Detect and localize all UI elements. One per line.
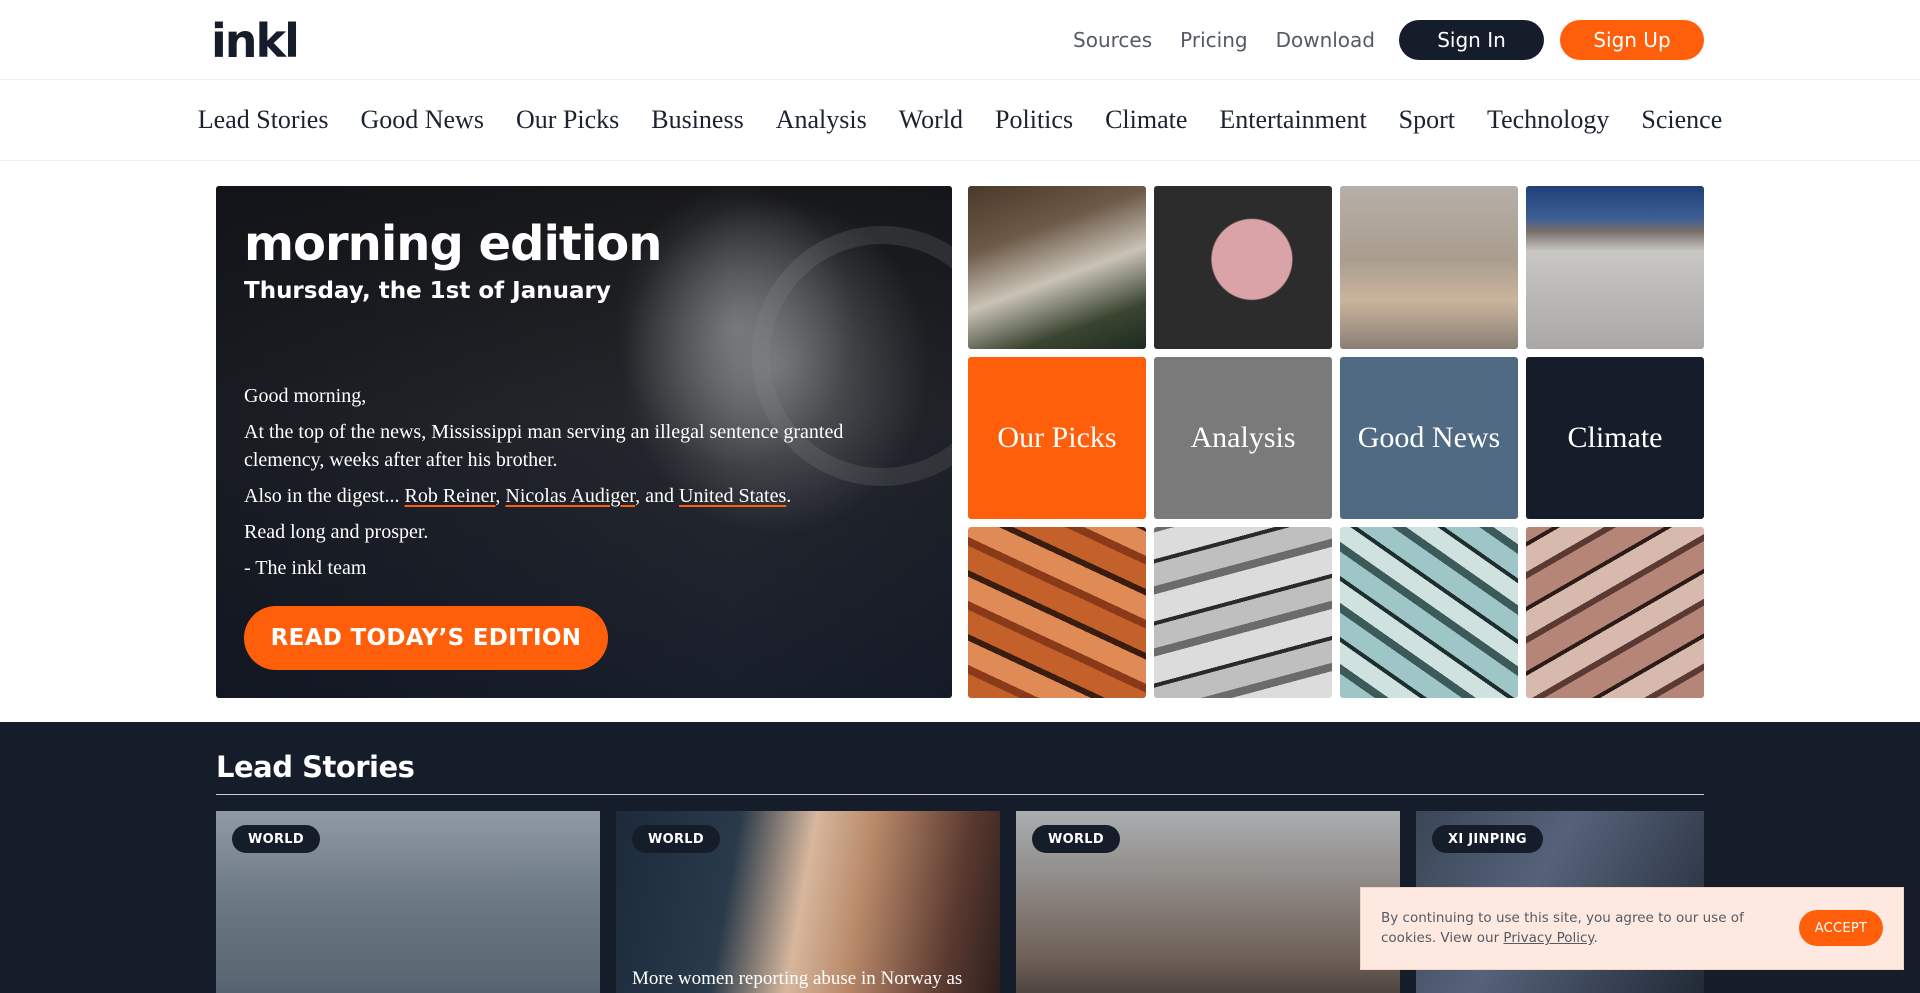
digest-prefix: Also in the digest... — [244, 485, 400, 507]
tile-our-picks-label: Our Picks — [968, 357, 1146, 519]
tile-good-news[interactable]: Good News — [1340, 357, 1518, 519]
story-badge: WORLD — [232, 825, 320, 853]
collage-tile-analysis[interactable] — [1154, 527, 1332, 698]
inkl-logo[interactable]: inkl — [211, 14, 300, 68]
edition-title: morning edition — [244, 216, 662, 272]
tile-analysis-label: Analysis — [1154, 357, 1332, 519]
story-badge: WORLD — [1032, 825, 1120, 853]
edition-summary: Good morning, At the top of the news, Mi… — [244, 382, 884, 590]
nav-sources-link[interactable]: Sources — [1073, 28, 1152, 52]
story-badge: XI JINPING — [1432, 825, 1543, 853]
cookie-banner: By continuing to use this site, you agre… — [1360, 887, 1904, 970]
category-sport[interactable]: Sport — [1399, 105, 1455, 135]
sign-up-button[interactable]: Sign Up — [1560, 20, 1704, 60]
story-badge: WORLD — [632, 825, 720, 853]
digest-link-united-states[interactable]: United States — [679, 485, 786, 507]
greeting-text: Good morning, — [244, 385, 367, 407]
logo-text: inkl — [211, 14, 300, 68]
category-analysis[interactable]: Analysis — [776, 105, 867, 135]
tile-climate[interactable]: Climate — [1526, 357, 1704, 519]
digest-link-nicolas-audiger[interactable]: Nicolas Audiger — [505, 485, 635, 507]
story-card[interactable]: WORLD More women reporting abuse in Norw… — [616, 811, 1000, 993]
category-politics[interactable]: Politics — [995, 105, 1073, 135]
collage-tile-climate[interactable] — [1526, 527, 1704, 698]
sign-in-button[interactable]: Sign In — [1399, 20, 1544, 60]
photo-tile-gym[interactable] — [1340, 186, 1518, 349]
nav-download-link[interactable]: Download — [1276, 28, 1375, 52]
story-card[interactable]: WORLD — [1016, 811, 1400, 993]
collage-tile-our-picks[interactable] — [968, 527, 1146, 698]
site-header: inkl Sources Pricing Download Sign In Si… — [0, 0, 1920, 80]
signoff-text: - The inkl team — [244, 557, 367, 579]
accept-cookies-button[interactable]: ACCEPT — [1799, 910, 1883, 946]
tile-our-picks[interactable]: Our Picks — [968, 357, 1146, 519]
top-news-text: At the top of the news, Mississippi man … — [244, 421, 844, 471]
top-nav: Sources Pricing Download Sign In Sign Up — [1073, 20, 1704, 60]
closing-text: Read long and prosper. — [244, 521, 429, 543]
category-business[interactable]: Business — [651, 105, 743, 135]
photo-tile-salt-flat[interactable] — [1526, 186, 1704, 349]
category-nav: Lead Stories Good News Our Picks Busines… — [0, 80, 1920, 161]
edition-date: Thursday, the 1st of January — [244, 278, 611, 304]
collage-tile-good-news[interactable] — [1340, 527, 1518, 698]
tile-climate-label: Climate — [1526, 357, 1704, 519]
tile-analysis[interactable]: Analysis — [1154, 357, 1332, 519]
digest-and: and — [645, 485, 675, 507]
category-lead-stories[interactable]: Lead Stories — [198, 105, 329, 135]
category-our-picks[interactable]: Our Picks — [516, 105, 619, 135]
digest-link-rob-reiner[interactable]: Rob Reiner — [405, 485, 496, 507]
category-technology[interactable]: Technology — [1487, 105, 1609, 135]
read-edition-button[interactable]: READ TODAY’S EDITION — [244, 606, 608, 670]
category-world[interactable]: World — [899, 105, 963, 135]
morning-edition-hero: morning edition Thursday, the 1st of Jan… — [216, 186, 952, 698]
story-headline: More women reporting abuse in Norway as — [632, 968, 963, 989]
nav-pricing-link[interactable]: Pricing — [1180, 28, 1247, 52]
category-good-news[interactable]: Good News — [360, 105, 484, 135]
cookie-text: By continuing to use this site, you agre… — [1381, 910, 1744, 946]
category-science[interactable]: Science — [1641, 105, 1722, 135]
category-entertainment[interactable]: Entertainment — [1219, 105, 1366, 135]
photo-tile-walk-of-fame[interactable] — [1154, 186, 1332, 349]
digest-line: Also in the digest... Rob Reiner, Nicola… — [244, 485, 792, 507]
lead-stories-heading: Lead Stories — [216, 750, 415, 784]
story-card[interactable]: WORLD — [216, 811, 600, 993]
tile-good-news-label: Good News — [1340, 357, 1518, 519]
category-climate[interactable]: Climate — [1105, 105, 1187, 135]
photo-tile-concert[interactable] — [968, 186, 1146, 349]
section-divider — [216, 794, 1704, 795]
privacy-policy-link[interactable]: Privacy Policy — [1503, 930, 1593, 946]
